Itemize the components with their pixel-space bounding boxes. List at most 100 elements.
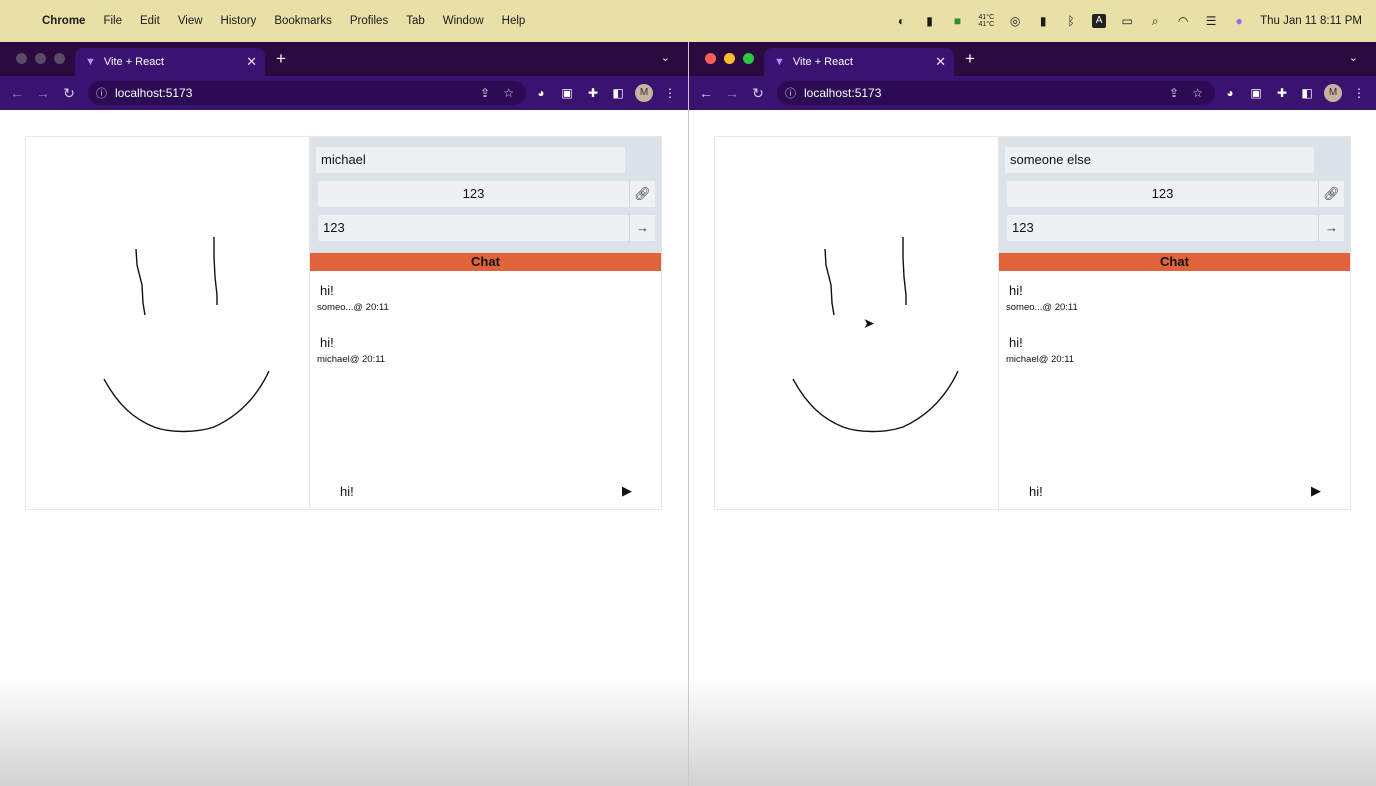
message-input[interactable]: hi! [340, 484, 354, 499]
tab-vite-react[interactable]: ▼ Vite + React ✕ [764, 48, 954, 76]
extension-square-icon[interactable]: ▣ [1248, 85, 1264, 101]
side-panel-icon[interactable]: ◧ [610, 85, 626, 101]
site-info-icon[interactable]: ⓘ [785, 85, 796, 101]
extensions-puzzle-icon[interactable]: ✚ [1274, 85, 1290, 101]
minimize-window-button[interactable] [724, 53, 735, 64]
copy-link-button[interactable]: 🔗︎ [629, 181, 655, 207]
chat-panel: someone else 123 🔗︎ 123 → Chat hi! someo… [998, 136, 1351, 510]
chat-panel: michael 123 🔗︎ 123 → Chat hi! someo...@ … [309, 136, 662, 510]
menu-edit[interactable]: Edit [140, 15, 160, 27]
minimize-window-button[interactable] [35, 53, 46, 64]
message-composer: hi! ▶ [310, 475, 661, 509]
menu-bookmarks[interactable]: Bookmarks [274, 15, 332, 27]
message-item: hi! michael@ 20:11 [317, 335, 385, 365]
username-input[interactable]: michael [316, 147, 625, 173]
browser-toolbar: ← → ↻ ⓘ localhost:5173 ⇪ ☆ ◕ ▣ ✚ ◧ M ⋮ [689, 76, 1376, 110]
input-source-icon[interactable]: A [1092, 14, 1107, 28]
message-meta: someo...@ 20:11 [1006, 302, 1078, 313]
join-room-button[interactable]: → [629, 215, 655, 241]
copy-link-button[interactable]: 🔗︎ [1318, 181, 1344, 207]
room-id-field[interactable]: 123 [1007, 181, 1318, 207]
more-menu-icon[interactable]: ⋮ [1351, 85, 1367, 101]
message-text: hi! [1009, 283, 1023, 298]
share-icon[interactable]: ⇪ [480, 86, 490, 100]
room-id-field[interactable]: 123 [318, 181, 629, 207]
username-input[interactable]: someone else [1005, 147, 1314, 173]
room-controls: someone else 123 🔗︎ 123 → [999, 137, 1350, 253]
bluetooth-icon[interactable]: ᛒ [1064, 14, 1078, 28]
send-button[interactable]: ▶ [622, 483, 632, 499]
forward-button[interactable]: → [30, 85, 56, 101]
site-info-icon[interactable]: ⓘ [96, 85, 107, 101]
play-triangle-icon: ▶ [622, 483, 632, 498]
status-app-icon[interactable]: ◐ [895, 14, 909, 28]
menu-file[interactable]: File [103, 15, 122, 27]
menu-history[interactable]: History [221, 15, 257, 27]
join-room-input[interactable]: 123 [318, 215, 629, 241]
wifi-icon[interactable]: ◠ [1176, 14, 1190, 28]
extension-icon[interactable]: ◕ [1222, 85, 1238, 101]
address-bar[interactable]: ⓘ localhost:5173 ⇪ ☆ [88, 81, 526, 105]
status-phone-icon[interactable]: ▮ [1036, 14, 1050, 28]
share-icon[interactable]: ⇪ [1169, 86, 1179, 100]
back-button[interactable]: ← [4, 85, 30, 101]
menu-tab[interactable]: Tab [406, 15, 425, 27]
drawing-canvas[interactable] [25, 136, 310, 510]
control-center-icon[interactable]: ☰ [1204, 14, 1218, 28]
mouse-pointer-icon: ➤ [863, 315, 875, 331]
chat-header: Chat [310, 253, 661, 271]
zoom-window-button[interactable] [54, 53, 65, 64]
siri-icon[interactable]: ● [1232, 14, 1246, 28]
new-tab-button[interactable]: + [965, 49, 975, 69]
tab-title: Vite + React [792, 56, 853, 68]
tab-search-chevron-icon[interactable]: ⌄ [1349, 51, 1358, 64]
spotlight-search-icon[interactable]: ⌕ [1148, 14, 1162, 28]
menu-help[interactable]: Help [502, 15, 526, 27]
send-button[interactable]: ▶ [1311, 483, 1321, 499]
menu-app-name[interactable]: Chrome [42, 15, 85, 27]
tab-search-chevron-icon[interactable]: ⌄ [661, 51, 670, 64]
link-icon: 🔗︎ [634, 186, 651, 201]
window-controls [16, 53, 65, 64]
screen-fade [689, 676, 1376, 786]
message-input[interactable]: hi! [1029, 484, 1043, 499]
tab-strip: ▼ Vite + React ✕ + ⌄ [0, 42, 688, 76]
close-tab-icon[interactable]: ✕ [935, 54, 946, 70]
menu-window[interactable]: Window [443, 15, 484, 27]
clock[interactable]: Thu Jan 11 8:11 PM [1260, 15, 1362, 27]
profile-avatar[interactable]: M [1324, 84, 1342, 102]
drawing-canvas[interactable]: ➤ [714, 136, 999, 510]
bookmark-star-icon[interactable]: ☆ [503, 86, 514, 100]
join-room-button[interactable]: → [1318, 215, 1344, 241]
reload-button[interactable]: ↻ [56, 85, 82, 102]
new-tab-button[interactable]: + [276, 49, 286, 69]
status-battery-app-icon[interactable]: ▮ [923, 14, 937, 28]
close-window-button[interactable] [16, 53, 27, 64]
temp-top: 41°C [978, 14, 995, 21]
battery-icon[interactable]: ▭ [1120, 14, 1134, 28]
more-menu-icon[interactable]: ⋮ [662, 85, 678, 101]
menu-view[interactable]: View [178, 15, 203, 27]
back-button[interactable]: ← [693, 85, 719, 101]
screen-fade [0, 676, 688, 786]
extension-icon[interactable]: ◕ [533, 85, 549, 101]
tab-vite-react[interactable]: ▼ Vite + React ✕ [75, 48, 265, 76]
temperature-readout[interactable]: 41°C 41°C [979, 14, 995, 28]
forward-button[interactable]: → [719, 85, 745, 101]
profile-avatar[interactable]: M [635, 84, 653, 102]
menu-profiles[interactable]: Profiles [350, 15, 388, 27]
zoom-window-button[interactable] [743, 53, 754, 64]
airdrop-icon[interactable]: ◎ [1008, 14, 1022, 28]
side-panel-icon[interactable]: ◧ [1299, 85, 1315, 101]
status-android-icon[interactable]: ■ [951, 14, 965, 28]
close-tab-icon[interactable]: ✕ [246, 54, 257, 70]
extensions-puzzle-icon[interactable]: ✚ [585, 85, 601, 101]
url-text: localhost:5173 [115, 86, 193, 100]
join-room-input[interactable]: 123 [1007, 215, 1318, 241]
address-bar[interactable]: ⓘ localhost:5173 ⇪ ☆ [777, 81, 1215, 105]
drawing-strokes [792, 237, 959, 433]
bookmark-star-icon[interactable]: ☆ [1192, 86, 1203, 100]
reload-button[interactable]: ↻ [745, 85, 771, 102]
extension-square-icon[interactable]: ▣ [559, 85, 575, 101]
close-window-button[interactable] [705, 53, 716, 64]
